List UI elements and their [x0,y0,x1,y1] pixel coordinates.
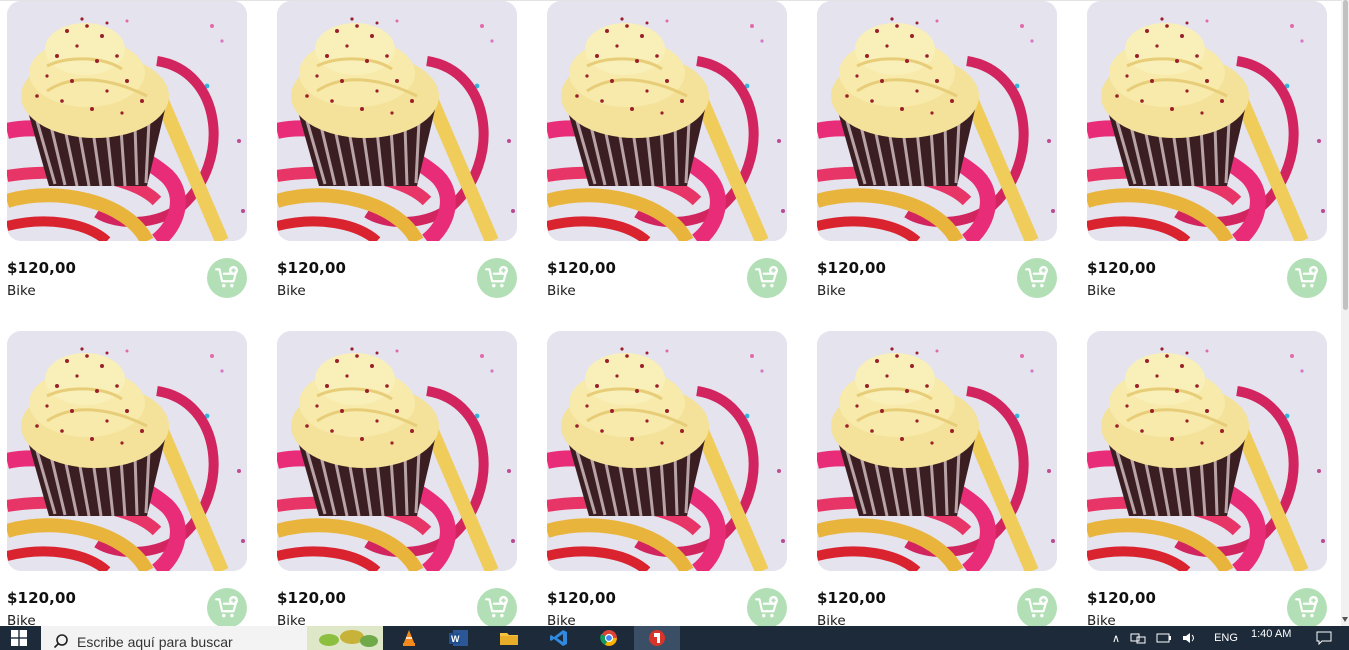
product-card[interactable]: $120,00 Bike [277,1,517,301]
product-image[interactable] [817,331,1057,571]
product-price: $120,00 [277,259,347,277]
product-name: Bike [277,613,306,626]
add-to-cart-button[interactable] [747,588,787,626]
system-tray: ∧ ENG [1112,626,1238,650]
scrollbar-thumb[interactable] [1343,0,1348,310]
product-card[interactable]: $120,00 Bike [547,1,787,301]
product-card[interactable]: $120,00 Bike [817,331,1057,626]
add-to-cart-icon [484,265,510,291]
product-name: Bike [7,613,36,626]
product-price: $120,00 [7,259,77,277]
chevron-up-icon[interactable]: ∧ [1112,632,1120,645]
add-to-cart-icon [754,595,780,621]
clock-time: 1:40 AM [1251,628,1292,640]
product-image[interactable] [1087,1,1327,241]
search-icon [53,634,68,649]
product-image[interactable] [277,1,517,241]
app-icon[interactable] [634,626,680,650]
add-to-cart-button[interactable] [1287,588,1327,626]
product-card[interactable]: $120,00 Bike [1087,1,1327,301]
svg-text:W: W [451,634,460,644]
product-price: $120,00 [547,259,617,277]
product-image[interactable] [7,1,247,241]
notifications-button[interactable] [1316,626,1332,650]
add-to-cart-button[interactable] [747,258,787,298]
add-to-cart-icon [1294,595,1320,621]
vscode-icon[interactable] [536,626,582,650]
chrome-icon[interactable] [586,626,632,650]
product-image[interactable] [1087,331,1327,571]
product-price: $120,00 [817,259,887,277]
product-name: Bike [547,283,576,299]
vlc-icon[interactable] [386,626,432,650]
windows-logo-icon [11,630,27,646]
windows-taskbar: Escribe aquí para buscar W ∧ ENG 1:40 AM [0,626,1349,650]
product-name: Bike [547,613,576,626]
product-price: $120,00 [7,589,77,607]
product-name: Bike [1087,283,1116,299]
add-to-cart-icon [754,265,780,291]
add-to-cart-button[interactable] [477,588,517,626]
scroll-down-arrow-icon[interactable] [1342,617,1348,622]
volume-icon[interactable] [1182,632,1198,644]
product-price: $120,00 [817,589,887,607]
add-to-cart-icon [484,595,510,621]
product-image[interactable] [547,1,787,241]
product-name: Bike [1087,613,1116,626]
product-price: $120,00 [277,589,347,607]
product-card[interactable]: $120,00 Bike [1087,331,1327,626]
battery-icon[interactable] [1156,632,1172,644]
product-image[interactable] [277,331,517,571]
product-grid-page: $120,00 Bike $120,00 Bike $120,00 Bike $… [0,0,1349,626]
product-name: Bike [7,283,36,299]
add-to-cart-button[interactable] [477,258,517,298]
language-indicator[interactable]: ENG [1214,632,1238,644]
add-to-cart-button[interactable] [207,258,247,298]
product-name: Bike [817,283,846,299]
add-to-cart-icon [1024,595,1050,621]
product-price: $120,00 [1087,589,1157,607]
product-name: Bike [277,283,306,299]
notification-icon [1316,631,1332,645]
add-to-cart-button[interactable] [1287,258,1327,298]
search-placeholder: Escribe aquí para buscar [77,634,233,650]
file-explorer-icon[interactable] [486,626,532,650]
product-price: $120,00 [547,589,617,607]
network-icon[interactable] [1130,632,1146,644]
product-image[interactable] [817,1,1057,241]
add-to-cart-button[interactable] [1017,258,1057,298]
add-to-cart-button[interactable] [1017,588,1057,626]
product-image[interactable] [547,331,787,571]
product-image[interactable] [7,331,247,571]
add-to-cart-icon [214,595,240,621]
product-card[interactable]: $120,00 Bike [277,331,517,626]
add-to-cart-icon [214,265,240,291]
add-to-cart-icon [1294,265,1320,291]
product-card[interactable]: $120,00 Bike [817,1,1057,301]
vertical-scrollbar[interactable] [1341,0,1349,626]
word-icon[interactable]: W [436,626,482,650]
add-to-cart-button[interactable] [207,588,247,626]
product-card[interactable]: $120,00 Bike [7,1,247,301]
product-card[interactable]: $120,00 Bike [7,331,247,626]
clock[interactable]: 1:40 AM [1251,622,1291,646]
search-highlight-icon [307,626,383,650]
add-to-cart-icon [1024,265,1050,291]
taskbar-search[interactable]: Escribe aquí para buscar [41,626,383,650]
product-card[interactable]: $120,00 Bike [547,331,787,626]
product-name: Bike [817,613,846,626]
start-button[interactable] [0,626,38,650]
product-price: $120,00 [1087,259,1157,277]
